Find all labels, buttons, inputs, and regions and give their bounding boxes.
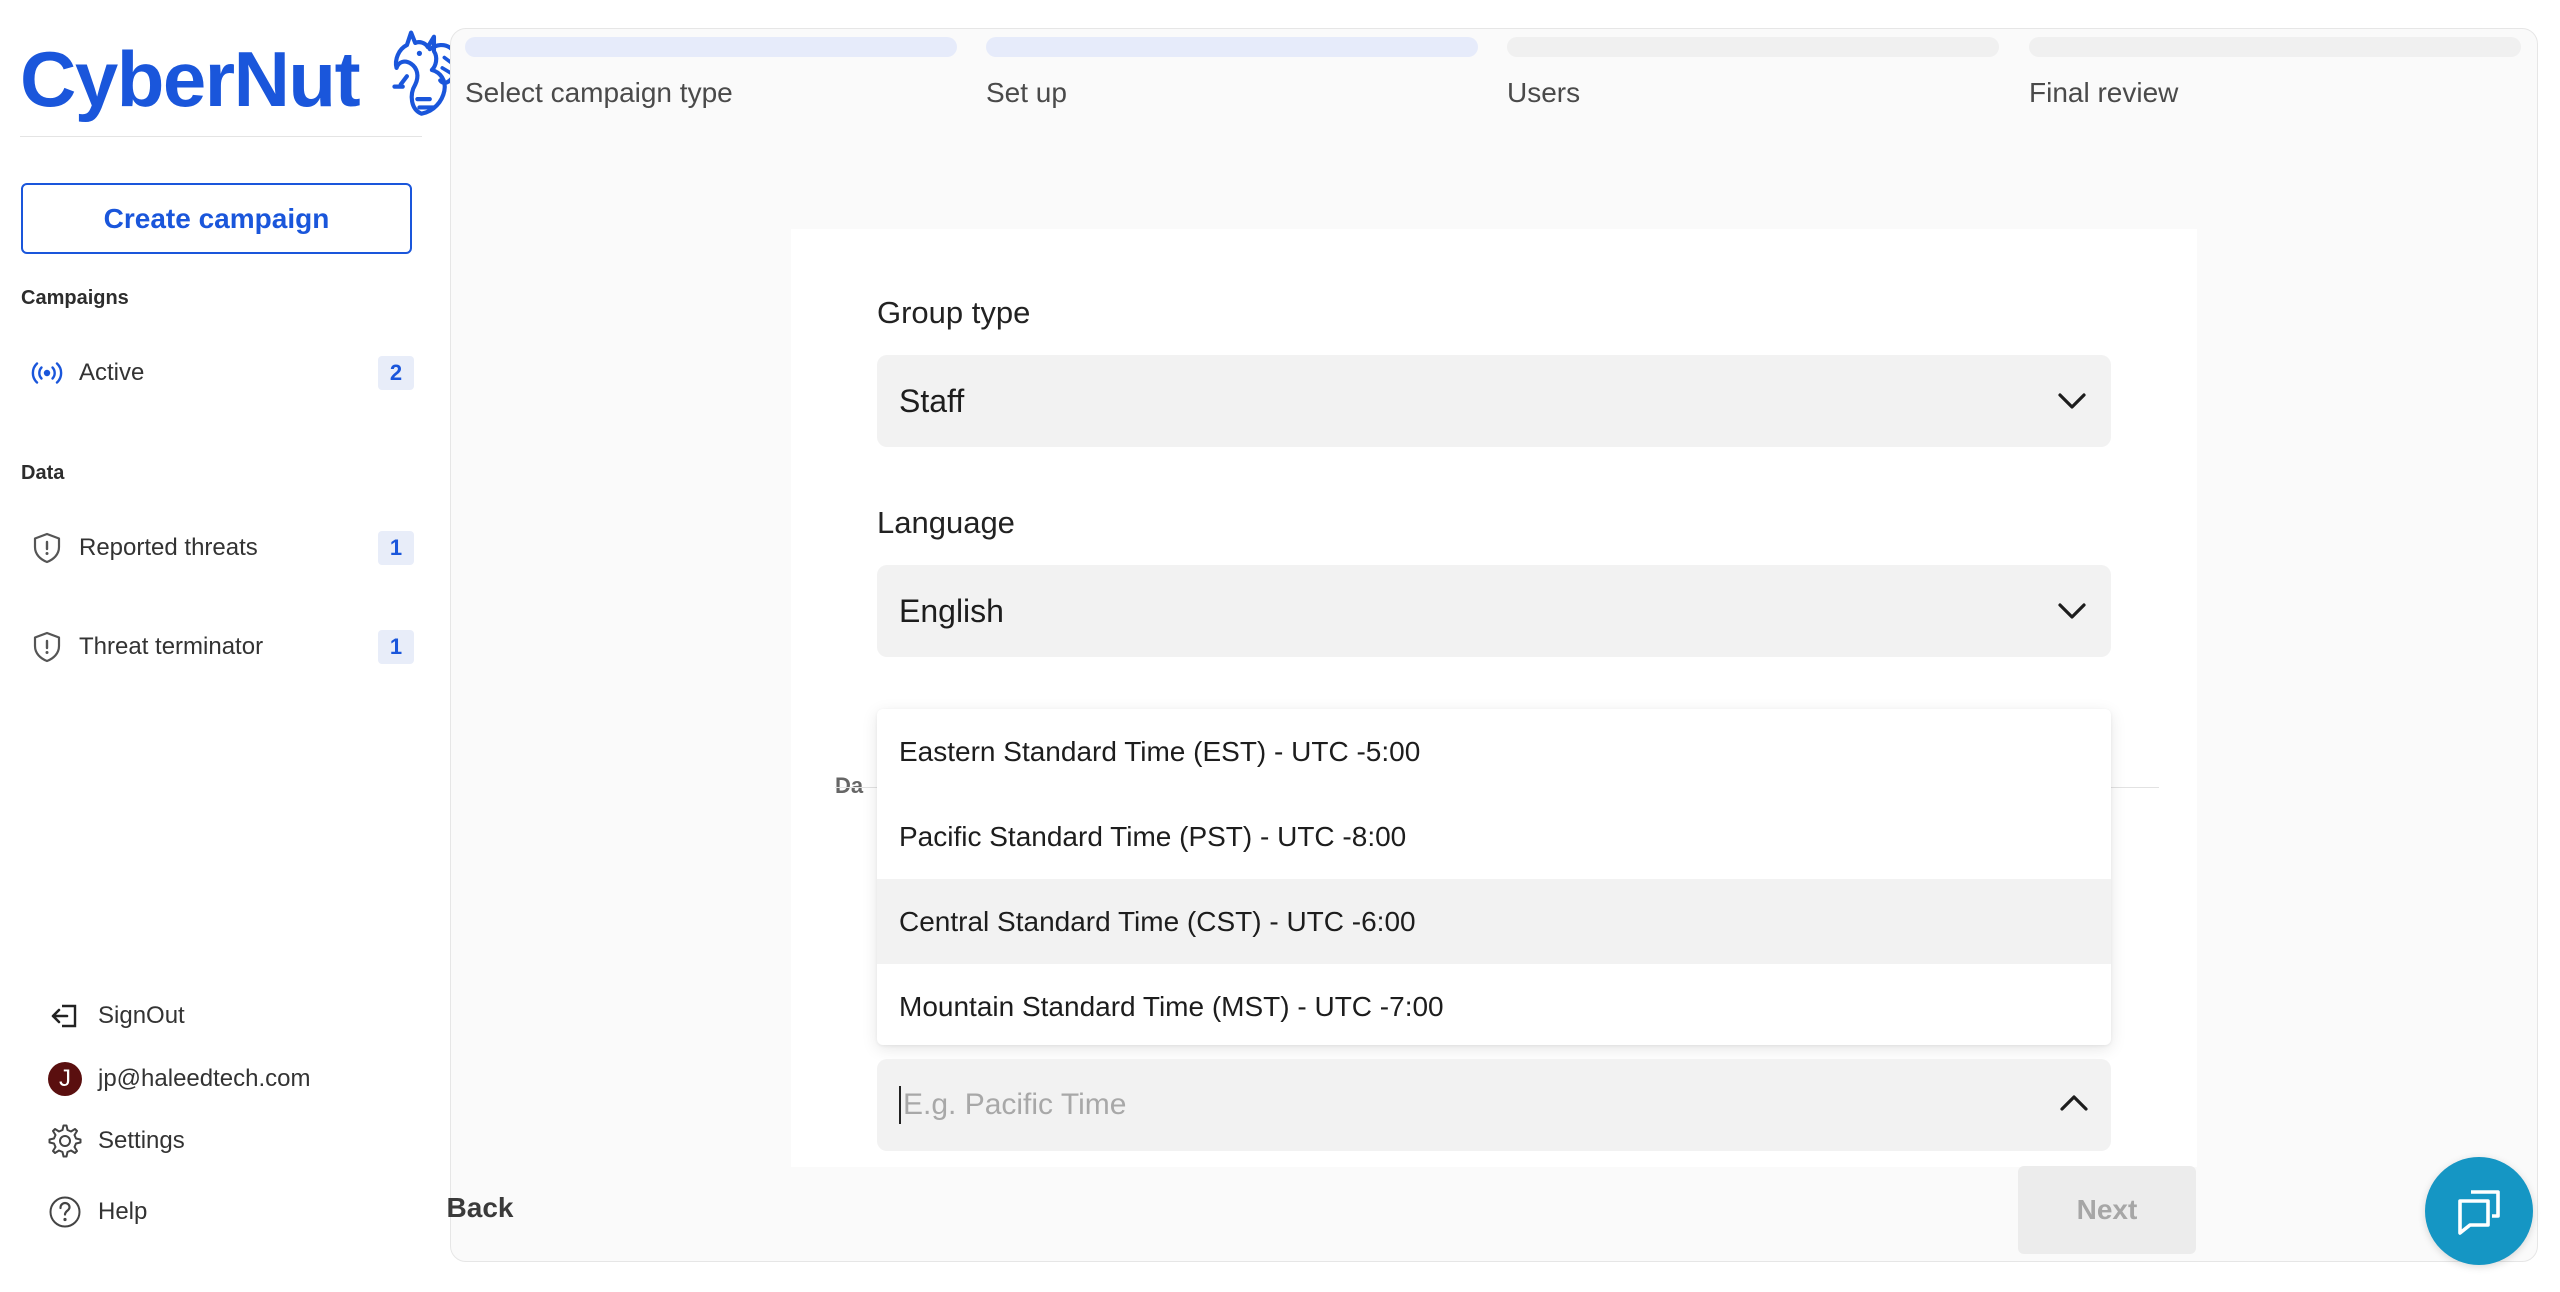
signout-link[interactable]: SignOut: [46, 994, 185, 1038]
count-badge: 1: [378, 630, 414, 664]
sidebar-item-threat-terminator[interactable]: Threat terminator 1: [21, 623, 414, 671]
shield-icon: [29, 629, 65, 665]
step-users: Users: [1507, 37, 1999, 109]
group-type-label: Group type: [877, 295, 1031, 330]
help-circle-icon: [46, 1193, 84, 1231]
timezone-search-input[interactable]: [903, 1088, 2059, 1122]
main-content: Select campaign type Set up Users Final …: [450, 28, 2538, 1262]
timezone-combobox[interactable]: [877, 1059, 2111, 1151]
sidebar: CyberNut Create campaign Campaigns Activ…: [0, 0, 459, 1292]
step-label: Set up: [986, 77, 1067, 108]
create-campaign-button[interactable]: Create campaign: [21, 183, 412, 254]
squirrel-logo-icon: [392, 30, 459, 116]
chat-bubbles-icon: [2458, 1190, 2500, 1235]
settings-label: Settings: [98, 1127, 185, 1154]
chevron-down-icon: [2055, 384, 2089, 418]
gear-icon: [46, 1122, 84, 1160]
settings-link[interactable]: Settings: [46, 1119, 185, 1163]
group-type-value: Staff: [899, 382, 965, 419]
timezone-option-mst[interactable]: Mountain Standard Time (MST) - UTC -7:00: [877, 964, 2111, 1045]
timezone-option-est[interactable]: Eastern Standard Time (EST) - UTC -5:00: [877, 709, 2111, 794]
step-progress-bar: [986, 37, 1478, 57]
sidebar-item-label: Active: [79, 359, 145, 386]
timezone-option-cst[interactable]: Central Standard Time (CST) - UTC -6:00: [877, 879, 2111, 964]
sidebar-item-label: Threat terminator: [79, 633, 264, 660]
data-section-title: Data: [21, 462, 65, 484]
timezone-dropdown-menu: Eastern Standard Time (EST) - UTC -5:00 …: [877, 709, 2111, 1045]
stepper: Select campaign type Set up Users Final …: [465, 37, 2525, 127]
brand-logo[interactable]: CyberNut: [20, 18, 461, 118]
step-label: Final review: [2029, 77, 2179, 108]
step-progress-bar: [465, 37, 957, 57]
chevron-down-icon: [2055, 594, 2089, 628]
sign-out-icon: [46, 997, 84, 1035]
sidebar-item-active[interactable]: Active 2: [21, 349, 414, 397]
avatar-wrap: J: [46, 1060, 84, 1098]
language-select[interactable]: English: [877, 565, 2111, 657]
step-final-review: Final review: [2029, 37, 2521, 109]
language-value: English: [899, 592, 1004, 629]
back-button[interactable]: Back: [410, 1164, 550, 1252]
count-badge: 2: [378, 356, 414, 390]
help-link[interactable]: Help: [46, 1190, 147, 1234]
group-type-select[interactable]: Staff: [877, 355, 2111, 447]
language-label: Language: [877, 505, 1015, 540]
step-set-up: Set up: [986, 37, 1478, 109]
step-label: Select campaign type: [465, 77, 733, 108]
step-progress-bar: [1507, 37, 1999, 57]
timezone-option-pst[interactable]: Pacific Standard Time (PST) - UTC -8:00: [877, 794, 2111, 879]
chevron-up-icon[interactable]: [2059, 1094, 2089, 1117]
logo-divider: [20, 136, 422, 137]
chat-support-button[interactable]: [2425, 1157, 2533, 1265]
step-label: Users: [1507, 77, 1581, 108]
broadcast-icon: [29, 355, 65, 391]
avatar: J: [48, 1062, 82, 1096]
step-progress-bar: [2029, 37, 2521, 57]
user-email: jp@haleedtech.com: [98, 1065, 311, 1092]
signout-label: SignOut: [98, 1002, 185, 1029]
help-label: Help: [98, 1198, 148, 1225]
brand-name: CyberNut: [20, 35, 361, 123]
next-button[interactable]: Next: [2018, 1166, 2196, 1254]
text-cursor: [899, 1086, 901, 1124]
sidebar-item-reported-threats[interactable]: Reported threats 1: [21, 524, 414, 572]
step-select-campaign-type: Select campaign type: [465, 37, 957, 109]
shield-icon: [29, 530, 65, 566]
obscured-section-label: Da: [835, 773, 864, 798]
campaigns-section-title: Campaigns: [21, 287, 129, 309]
user-account[interactable]: J jp@haleedtech.com: [46, 1057, 310, 1101]
sidebar-item-label: Reported threats: [79, 534, 258, 561]
setup-form-card: Group type Staff Language English Da Eas…: [791, 229, 2197, 1167]
count-badge: 1: [378, 531, 414, 565]
